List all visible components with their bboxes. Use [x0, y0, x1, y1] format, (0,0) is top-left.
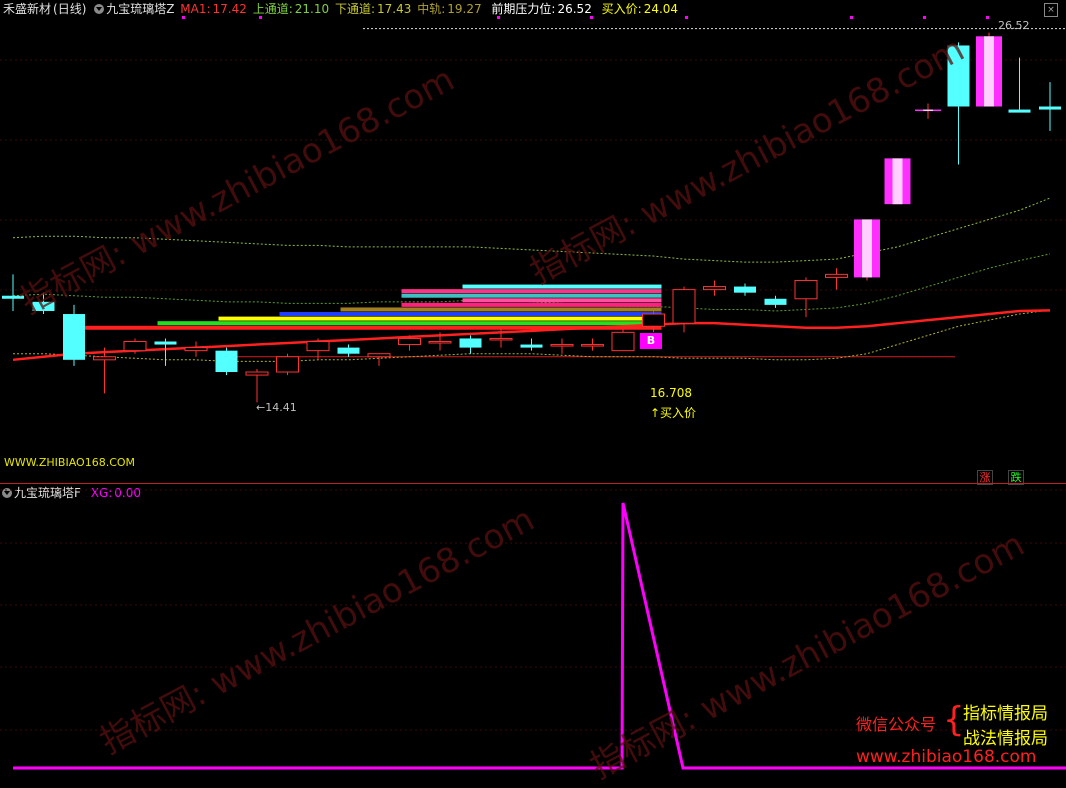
candlestick-chart[interactable] — [0, 0, 1066, 483]
candle-body — [672, 289, 696, 324]
candle-body — [794, 279, 818, 300]
signal-tick — [590, 16, 593, 19]
candle-body — [245, 371, 269, 376]
candle-body — [123, 340, 147, 352]
layer-bar — [462, 298, 662, 303]
buy-price-label: 16.708 — [650, 386, 692, 400]
layer-bar — [340, 307, 662, 312]
candle-body — [581, 344, 604, 347]
signal-tick — [259, 16, 262, 19]
candle-body — [734, 286, 756, 293]
candle-body — [550, 344, 574, 347]
layer-bar — [401, 302, 662, 307]
low-price-label: ←14.41 — [256, 401, 297, 414]
candle-body — [520, 344, 543, 348]
candle-body — [825, 273, 848, 278]
candle-body — [398, 337, 421, 346]
candle-body-highlight — [862, 219, 872, 278]
layer-bar — [401, 293, 662, 298]
candle-body — [2, 295, 24, 299]
candle-body — [337, 347, 360, 354]
upper-channel-line — [12, 197, 1051, 263]
promo-url[interactable]: www.zhibiao168.com — [856, 747, 1036, 767]
candle-body — [276, 356, 299, 373]
promo-line1: 指标情报局 — [963, 704, 1048, 724]
candle-body — [215, 350, 238, 373]
candle-body — [642, 313, 665, 327]
signal-tick — [986, 16, 989, 19]
candle-body — [764, 298, 787, 305]
layer-bar — [157, 321, 662, 326]
signal-tick — [923, 16, 926, 19]
signal-tick — [497, 16, 500, 19]
candle-body — [306, 340, 330, 352]
layer-bar — [462, 284, 662, 289]
wechat-label: 微信公众号 — [856, 715, 937, 734]
signal-tick — [182, 16, 185, 19]
layer-bar — [279, 312, 662, 317]
candle-body — [1039, 106, 1061, 110]
candle-body — [459, 338, 482, 348]
candle-body — [947, 45, 970, 107]
candle-body — [611, 331, 635, 352]
candle-body — [32, 301, 55, 311]
candle-body — [1008, 109, 1031, 113]
candle-body — [489, 337, 513, 341]
stock-chart-window: 禾盛新材 (日线) 九宝琉璃塔Z MA1: 17.42 上通道: 21.10 下通道:… — [0, 0, 1066, 787]
promo-line2: 战法情报局 — [963, 729, 1048, 749]
mid-channel-line — [12, 253, 1051, 312]
candle-body-highlight — [984, 36, 994, 107]
layer-bar — [401, 289, 662, 294]
website-label[interactable]: WWW.ZHIBIAO168.COM — [4, 456, 135, 469]
candle-body-highlight — [892, 158, 903, 205]
buy-marker: B — [640, 333, 662, 349]
signal-tick — [685, 16, 688, 19]
candle-body — [63, 314, 85, 360]
pane-divider[interactable] — [0, 483, 1066, 484]
candle-body-highlight — [923, 109, 933, 112]
candle-body — [184, 347, 208, 352]
layer-bar — [218, 316, 662, 321]
candle-body — [93, 356, 116, 361]
candle-body — [703, 286, 726, 291]
signal-tick — [850, 16, 853, 19]
candle-body — [428, 340, 452, 344]
high-price-label: 26.52 — [998, 19, 1030, 32]
brace: { — [943, 700, 965, 740]
candle-body — [154, 341, 177, 345]
buy-arrow-label: ↑买入价 — [650, 406, 697, 420]
candle-body — [367, 353, 391, 358]
